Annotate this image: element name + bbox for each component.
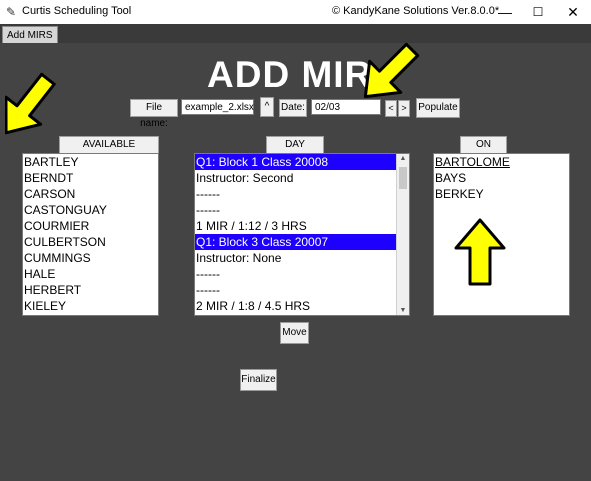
day-preview-list[interactable]: Q1: Block 1 Class 20008 Instructor: Seco… bbox=[194, 153, 410, 316]
list-item[interactable]: HALE bbox=[23, 266, 158, 282]
list-item[interactable]: BERNDT bbox=[23, 170, 158, 186]
list-item[interactable]: CARSON bbox=[23, 186, 158, 202]
scroll-down-icon[interactable]: ▼ bbox=[397, 307, 409, 314]
list-item[interactable]: CASTONGUAY bbox=[23, 202, 158, 218]
scroll-thumb[interactable] bbox=[399, 167, 407, 189]
list-item[interactable]: Instructor: None bbox=[195, 250, 396, 266]
window-titlebar: ✎ Curtis Scheduling Tool © KandyKane Sol… bbox=[0, 0, 591, 24]
list-item[interactable]: COURMIER bbox=[23, 218, 158, 234]
list-item[interactable]: ------ bbox=[195, 266, 396, 282]
list-item[interactable]: BAYS bbox=[434, 170, 569, 186]
list-item[interactable]: CUMMINGS bbox=[23, 250, 158, 266]
file-name-label: File name: bbox=[130, 99, 178, 129]
window-title: Curtis Scheduling Tool bbox=[22, 5, 132, 17]
list-item[interactable]: Q1: Block 1 Class 20008 bbox=[195, 154, 396, 170]
file-name-field[interactable]: example_2.xlsx bbox=[181, 99, 254, 115]
list-item[interactable]: KIELEY bbox=[23, 298, 158, 314]
list-item[interactable]: Instructor: Second bbox=[195, 170, 396, 186]
list-item[interactable]: ------ bbox=[195, 202, 396, 218]
list-item[interactable]: 1 MIR / 1:12 / 3 HRS bbox=[195, 218, 396, 234]
available-employees-list[interactable]: BARTLEY BERNDT CARSON CASTONGUAY COURMIE… bbox=[22, 153, 159, 316]
list-item[interactable]: BARTOLOME bbox=[434, 154, 569, 170]
company-version: © KandyKane Solutions Ver.8.0.0* bbox=[332, 5, 500, 17]
on-leave-header: ON LEAVE bbox=[460, 136, 507, 166]
list-item[interactable]: BERKEY bbox=[434, 186, 569, 202]
feather-icon: ✎ bbox=[6, 5, 17, 19]
list-item[interactable]: HERBERT bbox=[23, 282, 158, 298]
minimize-icon[interactable]: — bbox=[488, 0, 522, 24]
list-item[interactable]: 2 MIR / 1:8 / 4.5 HRS bbox=[195, 298, 396, 314]
list-item[interactable]: ------ bbox=[195, 282, 396, 298]
day-preview-header: DAY PREVIEW bbox=[266, 136, 324, 166]
close-icon[interactable]: ✕ bbox=[556, 0, 590, 24]
annotation-arrow-down-left-heading bbox=[363, 42, 420, 99]
move-button[interactable]: Move bbox=[280, 322, 309, 344]
tab-strip bbox=[0, 24, 591, 44]
page-title: ADD MIR bbox=[207, 54, 373, 95]
list-item[interactable]: ------ bbox=[195, 186, 396, 202]
list-item[interactable]: Q1: Block 3 Class 20007 bbox=[195, 234, 396, 250]
browse-file-button[interactable]: ^ bbox=[260, 97, 274, 117]
preview-scrollbar[interactable]: ▲ ▼ bbox=[396, 154, 409, 315]
list-item[interactable]: CULBERTSON bbox=[23, 234, 158, 250]
annotation-arrow-up bbox=[454, 218, 506, 286]
annotation-arrow-down-left bbox=[5, 72, 56, 135]
maximize-icon[interactable]: ☐ bbox=[521, 0, 555, 24]
finalize-button[interactable]: Finalize bbox=[240, 369, 277, 391]
scroll-up-icon[interactable]: ▲ bbox=[397, 155, 409, 162]
list-item[interactable]: BARTLEY bbox=[23, 154, 158, 170]
date-label: Date: bbox=[279, 99, 307, 117]
